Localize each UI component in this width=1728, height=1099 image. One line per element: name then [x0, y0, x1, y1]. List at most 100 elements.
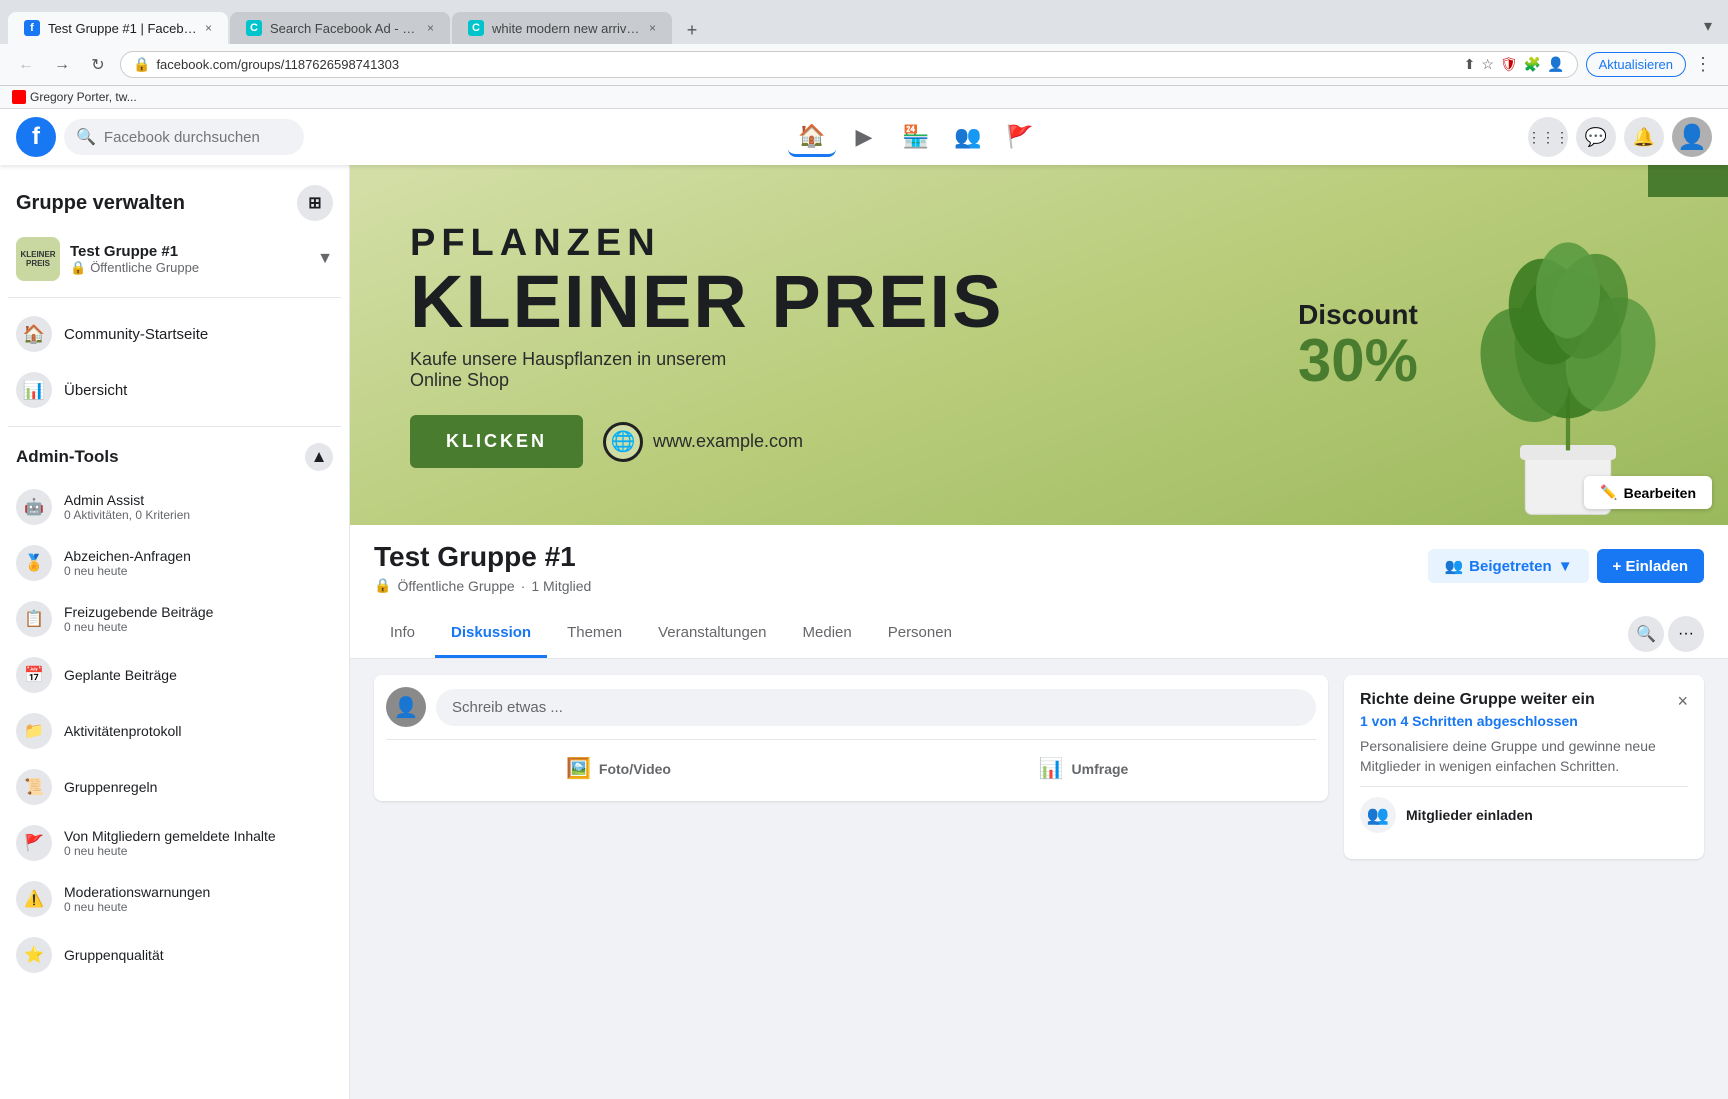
tab-close-facebook[interactable]: ×: [205, 21, 212, 35]
share-icon[interactable]: ⬆: [1464, 56, 1476, 73]
group-name: Test Gruppe #1: [70, 243, 307, 260]
sidebar-group-item[interactable]: KLEINERPREIS Test Gruppe #1 🔒 Öffentlich…: [8, 229, 341, 289]
gemeldete-icon: 🚩: [16, 825, 52, 861]
tab-label-facebook: Test Gruppe #1 | Facebook: [48, 21, 197, 36]
admin-sub-abzeichen[interactable]: 🏅 Abzeichen-Anfragen 0 neu heute: [8, 535, 341, 591]
nav-home-btn[interactable]: 🏠: [788, 117, 836, 157]
composer-poll-action[interactable]: 📊 Umfrage: [851, 748, 1316, 789]
tab-close-canva[interactable]: ×: [427, 21, 434, 35]
setup-card-description: Personalisiere deine Gruppe und gewinne …: [1360, 737, 1688, 776]
edit-cover-button[interactable]: ✏️ Bearbeiten: [1584, 476, 1712, 509]
tab-themen[interactable]: Themen: [551, 610, 638, 658]
browser-chrome: f Test Gruppe #1 | Facebook × C Search F…: [0, 0, 1728, 109]
freizugebende-icon: 📋: [16, 601, 52, 637]
composer-photo-action[interactable]: 🖼️ Foto/Video: [386, 748, 851, 789]
admin-sub-freizugebende[interactable]: 📋 Freizugebende Beiträge 0 neu heute: [8, 591, 341, 647]
moderationswarnungen-text: Moderationswarnungen 0 neu heute: [64, 884, 333, 914]
search-icon: 🔍: [76, 127, 96, 147]
admin-assist-icon: 🤖: [16, 489, 52, 525]
admin-sub-gruppenregeln[interactable]: 📜 Gruppenregeln: [8, 759, 341, 815]
fb-messenger-icon[interactable]: 💬: [1576, 117, 1616, 157]
url-text: facebook.com/groups/1187626598741303: [156, 57, 1457, 72]
fb-top-nav: f 🔍 🏠 ▶ 🏪 👥 🚩 ⋮⋮⋮ 💬 🔔 👤: [0, 109, 1728, 165]
nav-video-btn[interactable]: ▶: [840, 117, 888, 157]
browser-menu-icon[interactable]: ⋮: [1690, 50, 1716, 79]
gemeldete-text: Von Mitgliedern gemeldete Inhalte 0 neu …: [64, 828, 333, 858]
new-tab-button[interactable]: +: [678, 16, 706, 44]
tab-facebook[interactable]: f Test Gruppe #1 | Facebook ×: [8, 12, 228, 44]
profile-icon[interactable]: 👤: [1547, 56, 1564, 73]
sidebar-nav-community[interactable]: 🏠 Community-Startseite: [8, 306, 341, 362]
abzeichen-icon: 🏅: [16, 545, 52, 581]
group-header-name: Test Gruppe #1: [374, 541, 591, 573]
nav-marketplace-btn[interactable]: 🏪: [892, 117, 940, 157]
setup-card-close[interactable]: ×: [1677, 691, 1688, 712]
fb-grid-icon[interactable]: ⋮⋮⋮: [1528, 117, 1568, 157]
tab-info[interactable]: Info: [374, 610, 431, 658]
tab-veranstaltungen[interactable]: Veranstaltungen: [642, 610, 782, 658]
tab-watch[interactable]: C white modern new arrival watc... ×: [452, 12, 672, 44]
nav-groups-btn[interactable]: 👥: [944, 117, 992, 157]
fb-search-box[interactable]: 🔍: [64, 119, 304, 155]
cover-cta-button[interactable]: KLICKEN: [410, 415, 583, 468]
invite-button[interactable]: + Einladen: [1597, 549, 1704, 583]
aktivitaeten-icon: 📁: [16, 713, 52, 749]
geplante-text: Geplante Beiträge: [64, 667, 333, 683]
admin-sub-moderationswarnungen[interactable]: ⚠️ Moderationswarnungen 0 neu heute: [8, 871, 341, 927]
composer-input[interactable]: Schreib etwas ...: [436, 689, 1316, 726]
bookmark-youtube[interactable]: Gregory Porter, tw...: [12, 90, 137, 104]
fb-bell-icon[interactable]: 🔔: [1624, 117, 1664, 157]
tabs-right-actions: 🔍 ···: [1628, 616, 1704, 652]
tab-personen[interactable]: Personen: [872, 610, 968, 658]
group-header: Test Gruppe #1 🔒 Öffentliche Gruppe · 1 …: [350, 525, 1728, 610]
puzzle-icon[interactable]: 🧩: [1524, 56, 1541, 73]
setup-invite-icon: 👥: [1360, 797, 1396, 833]
content-area: PFLANZEN KLEINER PREIS Kaufe unsere Haus…: [350, 165, 1728, 1099]
admin-sub-geplante[interactable]: 📅 Geplante Beiträge: [8, 647, 341, 703]
sidebar-nav-overview[interactable]: 📊 Übersicht: [8, 362, 341, 418]
fb-main: Gruppe verwalten ⊞ KLEINERPREIS Test Gru…: [0, 165, 1728, 1099]
tabs-search-button[interactable]: 🔍: [1628, 616, 1664, 652]
tab-minimize-icon[interactable]: ▾: [1696, 8, 1720, 44]
joined-button[interactable]: 👥 Beigetreten ▼: [1428, 549, 1588, 583]
update-button[interactable]: Aktualisieren: [1586, 52, 1686, 77]
tabs-more-button[interactable]: ···: [1668, 616, 1704, 652]
group-body: 👤 Schreib etwas ... 🖼️ Foto/Video 📊 Umfr…: [350, 659, 1728, 875]
sidebar-manage-icon-btn[interactable]: ⊞: [297, 185, 333, 221]
moderationswarnungen-icon: ⚠️: [16, 881, 52, 917]
star-icon[interactable]: ☆: [1481, 56, 1494, 73]
tab-close-watch[interactable]: ×: [649, 21, 656, 35]
browser-right-icons: Aktualisieren ⋮: [1586, 50, 1716, 79]
admin-sub-admin-assist[interactable]: 🤖 Admin Assist 0 Aktivitäten, 0 Kriterie…: [8, 479, 341, 535]
address-bar-row: ← → ↻ 🔒 facebook.com/groups/118762659874…: [0, 44, 1728, 86]
fb-user-avatar[interactable]: 👤: [1672, 117, 1712, 157]
admin-assist-text: Admin Assist 0 Aktivitäten, 0 Kriterien: [64, 492, 333, 522]
tab-medien[interactable]: Medien: [787, 610, 868, 658]
group-thumbnail: KLEINERPREIS: [16, 237, 60, 281]
fb-nav-right: ⋮⋮⋮ 💬 🔔 👤: [1528, 117, 1712, 157]
group-chevron[interactable]: ▼: [317, 250, 333, 268]
tab-favicon-canva: C: [246, 20, 262, 36]
extension-icon[interactable]: 🛡: [1500, 56, 1518, 73]
tab-canva[interactable]: C Search Facebook Ad - Canva ×: [230, 12, 450, 44]
reload-button[interactable]: ↻: [84, 51, 112, 79]
setup-invite-item[interactable]: 👥 Mitglieder einladen: [1360, 786, 1688, 843]
address-bar[interactable]: 🔒 facebook.com/groups/1187626598741303 ⬆…: [120, 51, 1578, 78]
fb-logo[interactable]: f: [16, 117, 56, 157]
forward-button[interactable]: →: [48, 51, 76, 79]
fb-search-input[interactable]: [104, 129, 303, 146]
setup-card: Richte deine Gruppe weiter ein 1 von 4 S…: [1344, 675, 1704, 859]
admin-sub-gruppenqualitaet[interactable]: ⭐ Gruppenqualität: [8, 927, 341, 983]
back-button[interactable]: ←: [12, 51, 40, 79]
admin-sub-aktivitaeten[interactable]: 📁 Aktivitätenprotokoll: [8, 703, 341, 759]
fb-nav-center: 🏠 ▶ 🏪 👥 🚩: [312, 117, 1520, 157]
discount-value: 30%: [1298, 331, 1418, 391]
nav-gaming-btn[interactable]: 🚩: [996, 117, 1044, 157]
admin-sub-gemeldete[interactable]: 🚩 Von Mitgliedern gemeldete Inhalte 0 ne…: [8, 815, 341, 871]
admin-tools-toggle[interactable]: ▲: [305, 443, 333, 471]
bookmark-label: Gregory Porter, tw...: [30, 90, 137, 104]
composer-actions: 🖼️ Foto/Video 📊 Umfrage: [386, 739, 1316, 789]
cover-cta-row: KLICKEN 🌐 www.example.com: [410, 415, 1668, 468]
cover-website-row: 🌐 www.example.com: [603, 422, 803, 462]
tab-diskussion[interactable]: Diskussion: [435, 610, 547, 658]
